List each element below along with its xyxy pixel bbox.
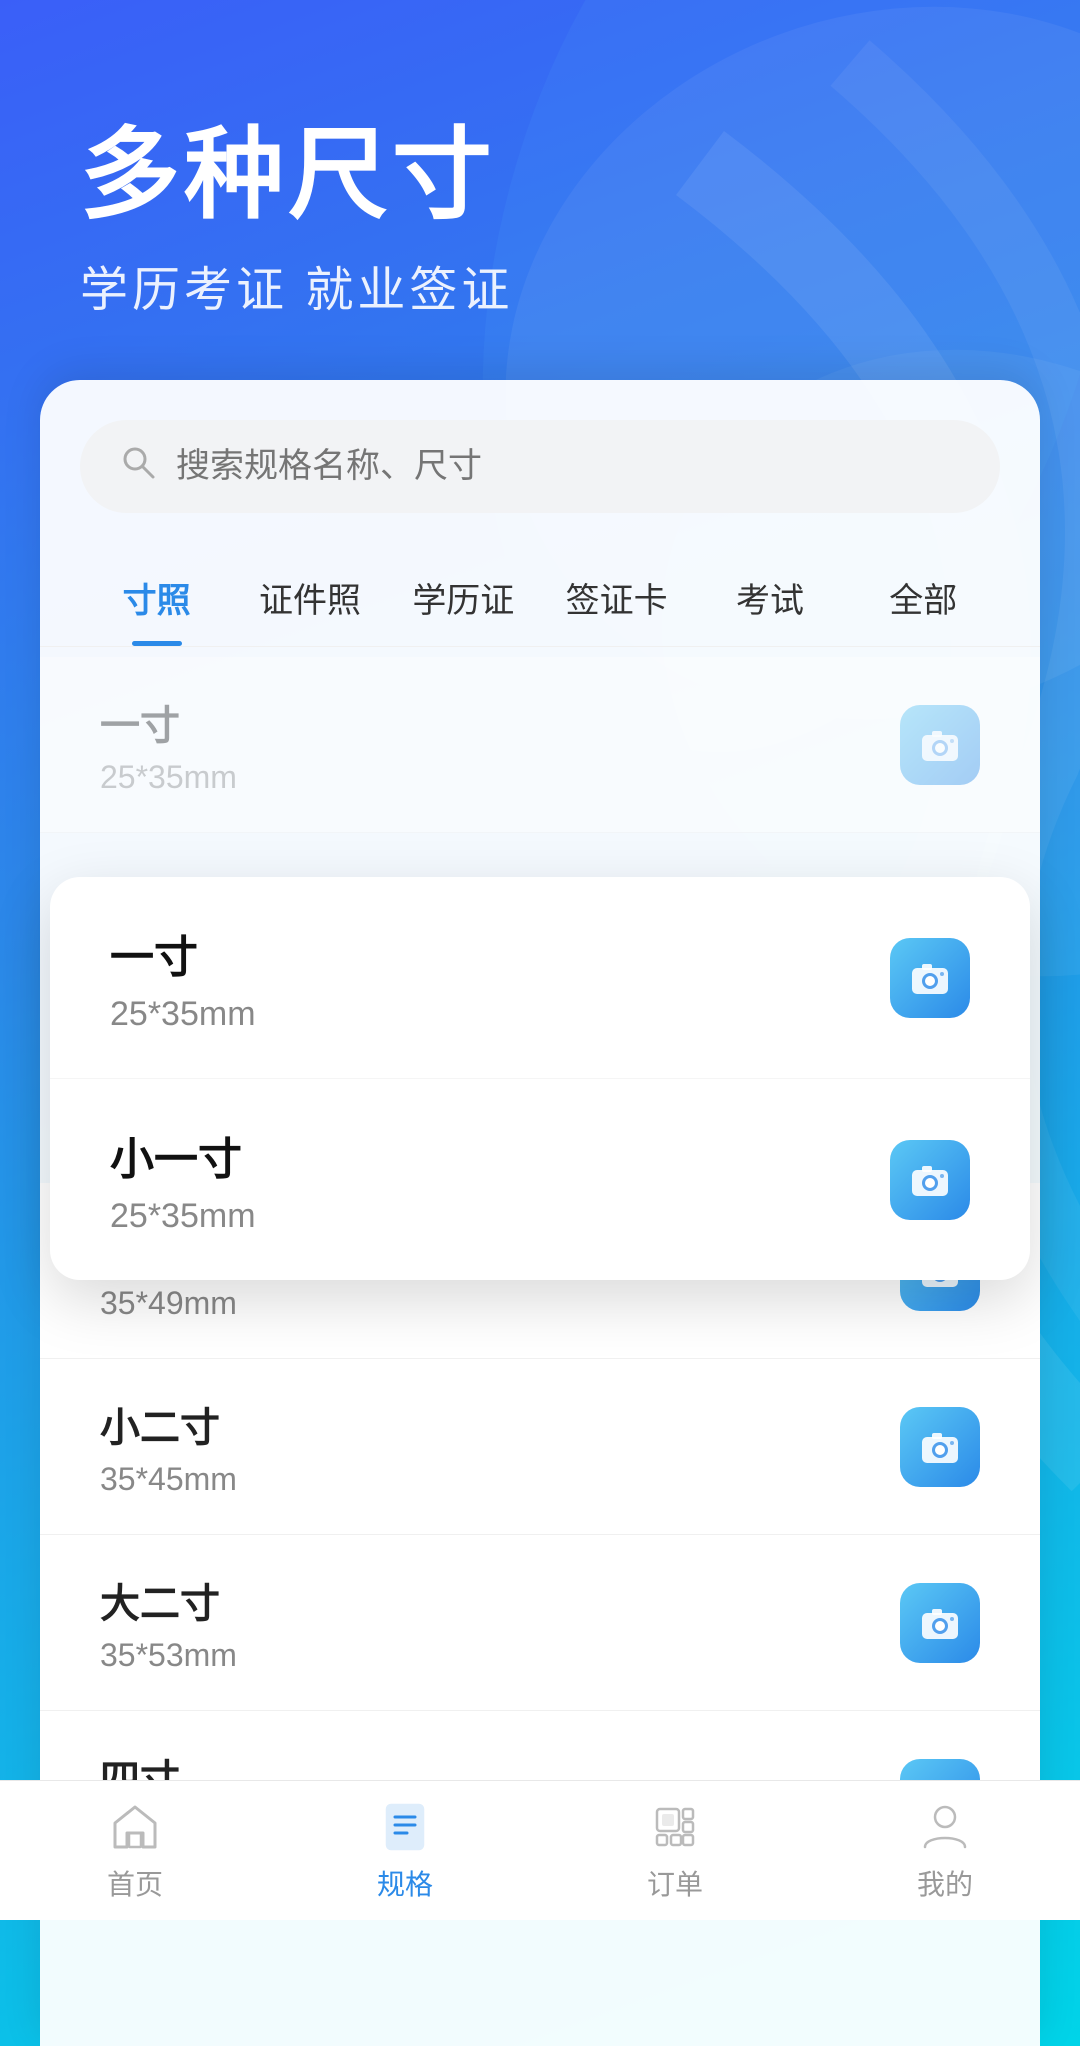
nav-label-mine: 我的 [917, 1863, 973, 1903]
home-icon [107, 1799, 163, 1855]
tab-id-photo[interactable]: 证件照 [233, 553, 386, 646]
nav-item-order[interactable]: 订单 [540, 1799, 810, 1903]
category-tabs: 寸照 证件照 学历证 签证卡 考试 全部 [40, 553, 1040, 647]
camera-button[interactable] [890, 1140, 970, 1220]
floating-list-item[interactable]: 一寸 25*35mm [50, 877, 1030, 1079]
nav-label-home: 首页 [107, 1863, 163, 1903]
camera-button[interactable] [900, 1583, 980, 1663]
header-section: 多种尺寸 学历考证 就业签证 [0, 0, 1080, 380]
search-bar [80, 420, 1000, 513]
list-item[interactable]: 大二寸 35*53mm [40, 1535, 1040, 1711]
bottom-navigation: 首页 规格 订单 [0, 1780, 1080, 1920]
order-icon [647, 1799, 703, 1855]
nav-item-mine[interactable]: 我的 [810, 1799, 1080, 1903]
nav-item-spec[interactable]: 规格 [270, 1799, 540, 1903]
camera-button[interactable] [900, 705, 980, 785]
header-title: 多种尺寸 [80, 120, 1000, 230]
tab-portrait[interactable]: 寸照 [80, 553, 233, 646]
list-item[interactable]: 小二寸 35*45mm [40, 1359, 1040, 1535]
tab-all[interactable]: 全部 [847, 553, 1000, 646]
floating-list-item[interactable]: 小一寸 25*35mm [50, 1079, 1030, 1280]
tab-visa[interactable]: 签证卡 [540, 553, 693, 646]
search-icon [120, 444, 156, 489]
mine-icon [917, 1799, 973, 1855]
floating-card: 一寸 25*35mm 小一寸 25*35mm [50, 877, 1030, 1280]
tab-degree[interactable]: 学历证 [387, 553, 540, 646]
nav-label-order: 订单 [647, 1863, 703, 1903]
search-input[interactable] [176, 447, 960, 486]
camera-button[interactable] [900, 1407, 980, 1487]
list-item[interactable]: 一寸 25*35mm [40, 657, 1040, 833]
nav-label-spec: 规格 [377, 1863, 433, 1903]
tab-exam[interactable]: 考试 [693, 553, 846, 646]
header-subtitle: 学历考证 就业签证 [80, 250, 1000, 320]
nav-item-home[interactable]: 首页 [0, 1799, 270, 1903]
spec-icon [377, 1799, 433, 1855]
camera-button[interactable] [890, 938, 970, 1018]
